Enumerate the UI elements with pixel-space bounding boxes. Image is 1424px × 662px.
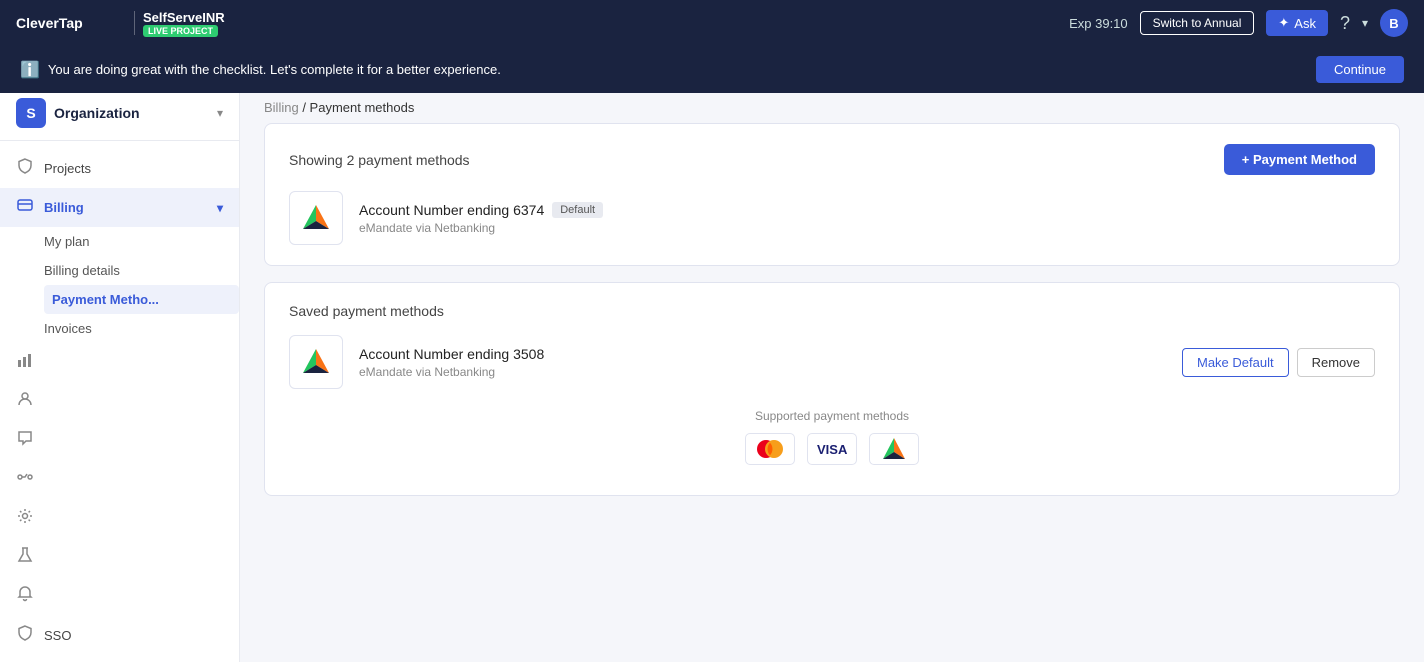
sidebar-item-billing[interactable]: Billing ▾	[0, 188, 239, 227]
sidebar-item-sso[interactable]: SSO	[0, 616, 239, 655]
notifications-icon	[16, 586, 34, 607]
supported-section: Supported payment methods	[289, 409, 1375, 475]
sidebar-item-notifications[interactable]	[0, 577, 239, 616]
switch-annual-button[interactable]: Switch to Annual	[1140, 11, 1255, 35]
breadcrumb-billing[interactable]: Billing	[264, 100, 299, 115]
sso-label: SSO	[44, 628, 71, 643]
default-account-label: Account Number ending 6374	[359, 202, 544, 218]
billing-chevron-icon: ▾	[217, 201, 223, 215]
payment-actions: Make Default Remove	[1182, 348, 1375, 377]
help-icon[interactable]: ?	[1340, 13, 1350, 34]
default-payment-info: Account Number ending 6374 Default eMand…	[359, 202, 1375, 235]
default-payment-item: Account Number ending 6374 Default eMand…	[289, 191, 1375, 245]
chat-icon	[16, 430, 34, 451]
svg-text:VISA: VISA	[817, 442, 848, 457]
default-account-name: Account Number ending 6374 Default	[359, 202, 1375, 218]
sidebar-item-journey[interactable]	[0, 460, 239, 499]
payment-methods-label: Payment Metho...	[52, 292, 159, 307]
checklist-banner: ℹ️ You are doing great with the checklis…	[0, 46, 1424, 93]
ask-label: Ask	[1294, 16, 1316, 31]
billing-sub-invoices[interactable]: Invoices	[44, 314, 239, 343]
shield-icon	[16, 158, 34, 179]
sidebar: S Organization ▾ Projects	[0, 86, 240, 662]
mastercard-logo	[745, 433, 795, 465]
supported-logos: VISA	[289, 433, 1375, 465]
default-payment-logo	[289, 191, 343, 245]
visa-logo: VISA	[807, 433, 857, 465]
continue-button[interactable]: Continue	[1316, 56, 1404, 83]
default-badge: Default	[552, 202, 603, 218]
billing-details-label: Billing details	[44, 263, 120, 278]
live-badge: LIVE PROJECT	[143, 25, 218, 37]
saved-account-name: Account Number ending 3508	[359, 346, 1166, 362]
main-layout: S Organization ▾ Projects	[0, 86, 1424, 662]
project-block: SelfServeINR LIVE PROJECT	[143, 10, 225, 37]
contacts-icon	[16, 391, 34, 412]
saved-title: Saved payment methods	[289, 303, 444, 319]
avatar[interactable]: B	[1380, 9, 1408, 37]
org-label: Organization	[54, 105, 140, 121]
topnav-right: Exp 39:10 Switch to Annual ✦ Ask ? ▾ B	[1069, 9, 1408, 37]
my-plan-label: My plan	[44, 234, 90, 249]
razorpay-payment-logo	[869, 433, 919, 465]
gear-icon	[16, 508, 34, 529]
remove-button[interactable]: Remove	[1297, 348, 1375, 377]
saved-payment-card: Saved payment methods Account Number	[264, 282, 1400, 496]
billing-sub-myplan[interactable]: My plan	[44, 227, 239, 256]
sidebar-item-analytics[interactable]	[0, 343, 239, 382]
saved-payment-info: Account Number ending 3508 eMandate via …	[359, 346, 1166, 379]
billing-sub-payment-methods[interactable]: Payment Metho...	[44, 285, 239, 314]
sidebar-item-experiments[interactable]	[0, 538, 239, 577]
banner-message: You are doing great with the checklist. …	[48, 62, 501, 77]
saved-account-label: Account Number ending 3508	[359, 346, 544, 362]
sso-icon	[16, 625, 34, 646]
default-payment-sub: eMandate via Netbanking	[359, 221, 1375, 235]
supported-label: Supported payment methods	[289, 409, 1375, 423]
svg-text:CleverTap: CleverTap	[16, 15, 83, 31]
sidebar-item-projects[interactable]: Projects	[0, 149, 239, 188]
chevron-down-icon[interactable]: ▾	[1362, 16, 1368, 30]
project-name: SelfServeINR	[143, 10, 225, 25]
saved-payment-logo	[289, 335, 343, 389]
invoices-label: Invoices	[44, 321, 92, 336]
billing-submenu: My plan Billing details Payment Metho...…	[0, 227, 239, 343]
sidebar-billing-label: Billing	[44, 200, 84, 215]
logo-divider	[134, 11, 135, 35]
sidebar-item-compliance[interactable]: Compliance & ...	[0, 655, 239, 662]
org-chevron-icon[interactable]: ▾	[217, 106, 223, 120]
razorpay-logo	[299, 201, 333, 235]
org-avatar: S	[16, 98, 46, 128]
saved-payment-sub: eMandate via Netbanking	[359, 365, 1166, 379]
saved-payment-item: Account Number ending 3508 eMandate via …	[289, 335, 1375, 389]
logo-area: CleverTap SelfServeINR LIVE PROJECT	[16, 10, 225, 37]
ask-star-icon: ✦	[1278, 15, 1289, 31]
default-payment-card: Showing 2 payment methods + Payment Meth…	[264, 123, 1400, 266]
journey-icon	[16, 469, 34, 490]
info-icon: ℹ️	[20, 60, 40, 80]
breadcrumb-current: Payment methods	[310, 100, 415, 115]
sidebar-org-section: S Organization ▾	[0, 86, 239, 141]
sidebar-projects-label: Projects	[44, 161, 91, 176]
chart-icon	[16, 352, 34, 373]
showing-label: Showing 2 payment methods	[289, 152, 470, 168]
card-header: Showing 2 payment methods + Payment Meth…	[289, 144, 1375, 175]
saved-card-header: Saved payment methods	[289, 303, 1375, 319]
billing-icon	[16, 197, 34, 218]
sidebar-item-settings[interactable]	[0, 499, 239, 538]
add-payment-method-button[interactable]: + Payment Method	[1224, 144, 1375, 175]
sidebar-item-engage[interactable]	[0, 421, 239, 460]
saved-razorpay-logo	[299, 345, 333, 379]
clevertap-logo: CleverTap	[16, 12, 126, 34]
experiments-icon	[16, 547, 34, 568]
sidebar-item-contacts[interactable]	[0, 382, 239, 421]
billing-sub-details[interactable]: Billing details	[44, 256, 239, 285]
main-content: Billing / Payment methods Showing 2 paym…	[240, 86, 1424, 662]
topnav: CleverTap SelfServeINR LIVE PROJECT Exp …	[0, 0, 1424, 46]
ask-button[interactable]: ✦ Ask	[1266, 10, 1328, 36]
exp-timer: Exp 39:10	[1069, 16, 1128, 31]
make-default-button[interactable]: Make Default	[1182, 348, 1289, 377]
content-body: Showing 2 payment methods + Payment Meth…	[240, 123, 1424, 536]
sidebar-nav: Projects Billing ▾ My plan	[0, 141, 239, 662]
breadcrumb-separator: /	[302, 100, 309, 115]
